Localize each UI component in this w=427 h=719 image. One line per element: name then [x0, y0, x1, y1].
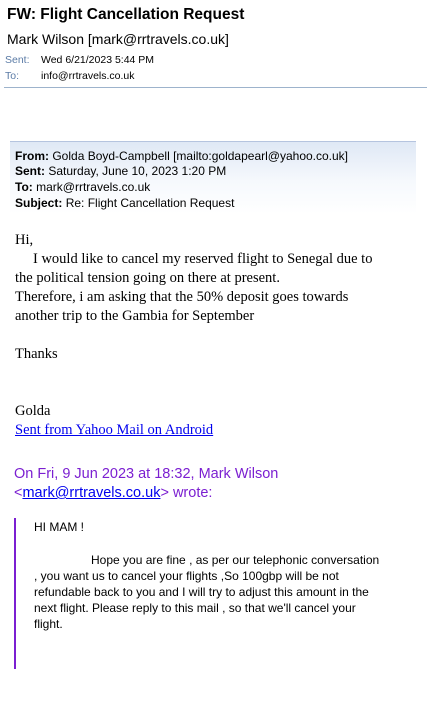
email-sender[interactable]: Mark Wilson [mark@rrtravels.co.uk] — [7, 31, 229, 47]
reply-email-link[interactable]: mark@rrtravels.co.uk — [22, 485, 160, 501]
sent-value: Wed 6/21/2023 5:44 PM — [41, 54, 155, 66]
reply-wrote: > wrote: — [160, 485, 213, 501]
body-line-4: another trip to the Gambia for September — [15, 308, 255, 324]
body-greeting: Hi, — [15, 232, 34, 248]
to-label: To: — [5, 70, 20, 82]
fwd-from-row: From: Golda Boyd-Campbell [mailto:goldap… — [15, 149, 348, 163]
fwd-from-value: Golda Boyd-Campbell [mailto:goldapearl@y… — [52, 149, 349, 163]
fwd-subject-row: Subject: Re: Flight Cancellation Request — [15, 196, 234, 210]
quoted-greeting: HI MAM ! — [34, 520, 84, 534]
header-divider — [4, 87, 427, 88]
email-subject: FW: Flight Cancellation Request — [7, 6, 245, 23]
fwd-sent-value: Saturday, June 10, 2023 1:20 PM — [48, 164, 227, 178]
body-line-1: I would like to cancel my reserved fligh… — [33, 251, 373, 267]
body-signature: Golda — [15, 403, 51, 419]
fwd-sent-row: Sent: Saturday, June 10, 2023 1:20 PM — [15, 164, 226, 178]
fwd-subject-label: Subject: — [15, 196, 63, 210]
to-value[interactable]: info@rrtravels.co.uk — [41, 70, 135, 82]
fwd-to-value: mark@rrtravels.co.uk — [36, 180, 151, 194]
fwd-to-row: To: mark@rrtravels.co.uk — [15, 180, 150, 194]
sent-row: Sent: Wed 6/21/2023 5:44 PM — [5, 54, 154, 66]
fwd-from-label: From: — [15, 149, 49, 163]
body-thanks: Thanks — [15, 346, 58, 362]
fwd-subject-value: Re: Flight Cancellation Request — [65, 196, 235, 210]
reply-header-email-row: <mark@rrtravels.co.uk> wrote: — [14, 485, 212, 501]
quoted-line-2: , you want us to cancel your flights ,So… — [34, 569, 339, 583]
quote-bar — [14, 518, 16, 669]
to-row: To: info@rrtravels.co.uk — [5, 70, 135, 82]
quoted-line-1: Hope you are fine , as per our telephoni… — [91, 553, 380, 567]
quoted-line-5: flight. — [34, 617, 63, 631]
sent-label: Sent: — [5, 54, 30, 66]
quoted-line-3: refundable back to you and I will try to… — [34, 585, 369, 599]
reply-header-line: On Fri, 9 Jun 2023 at 18:32, Mark Wilson — [14, 466, 279, 482]
body-line-2: the political tension going on there at … — [15, 270, 280, 286]
yahoo-mobile-link[interactable]: Sent from Yahoo Mail on Android — [15, 422, 213, 439]
fwd-to-label: To: — [15, 180, 33, 194]
quoted-line-4: next flight. Please reply to this mail ,… — [34, 601, 356, 615]
body-line-3: Therefore, i am asking that the 50% depo… — [15, 289, 349, 305]
fwd-sent-label: Sent: — [15, 164, 45, 178]
